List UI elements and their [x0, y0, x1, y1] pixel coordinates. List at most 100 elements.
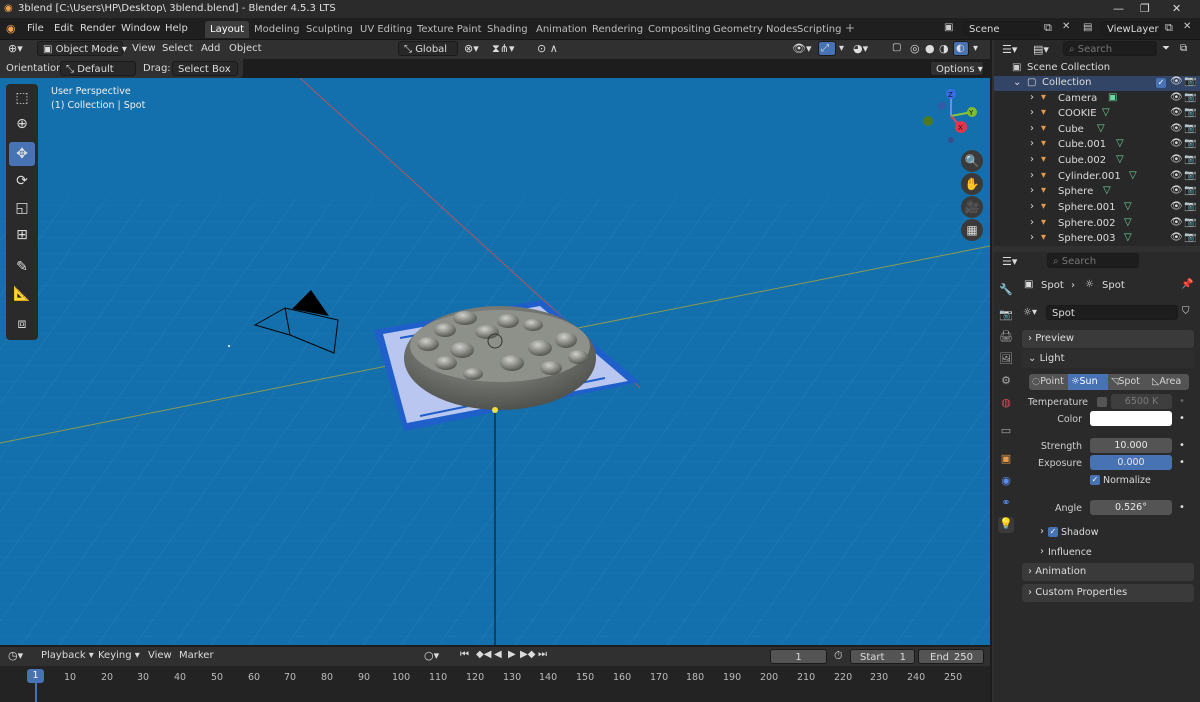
temperature-toggle-checkbox[interactable] — [1097, 397, 1107, 407]
tab-modeling[interactable]: Modeling — [249, 21, 305, 38]
auto-keying-icon[interactable]: ○▾ — [424, 649, 439, 662]
menu-window[interactable]: Window — [121, 23, 160, 34]
visibility-eye-icon[interactable]: 👁 — [1170, 107, 1183, 118]
light-datablock-field[interactable]: Spot — [1046, 305, 1178, 320]
influence-expand-chevron-icon[interactable]: › — [1040, 546, 1044, 557]
new-collection-icon[interactable]: ⧉ — [1180, 43, 1187, 54]
render-camera-icon[interactable]: 📷 — [1184, 76, 1196, 87]
menu-playback[interactable]: Playback ▾ — [41, 650, 94, 661]
menu-keying[interactable]: Keying ▾ — [98, 650, 140, 661]
light-data-tab-icon[interactable]: 💡 — [998, 517, 1014, 533]
light-type-area[interactable]: ◺Area — [1149, 374, 1189, 390]
render-tab-icon[interactable]: 📷 — [998, 308, 1014, 324]
jump-keyframe-forward-icon[interactable]: ▶◆ — [520, 649, 535, 660]
tab-animation[interactable]: Animation — [531, 21, 592, 38]
outliner-search-input[interactable]: ⌕ Search — [1063, 41, 1157, 56]
zoom-icon[interactable]: 🔍 — [961, 150, 983, 172]
expand-chevron-icon[interactable]: › — [1030, 107, 1034, 118]
constraints-tab-icon[interactable]: ⚭ — [998, 496, 1014, 512]
tool-tab-icon[interactable]: 🔧 — [998, 283, 1014, 299]
delete-view-layer-icon[interactable]: ✕ — [1183, 21, 1191, 32]
shadow-expand-chevron-icon[interactable]: › — [1040, 526, 1044, 537]
transform-orientation-selector[interactable]: ⤡ Global — [398, 41, 458, 56]
collapse-chevron-icon[interactable]: ⌄ — [1013, 77, 1021, 88]
visibility-eye-icon[interactable]: 👁 — [1170, 92, 1183, 103]
expand-chevron-icon[interactable]: › — [1030, 123, 1034, 134]
tab-layout[interactable]: Layout — [205, 21, 249, 38]
preview-panel-header[interactable]: › Preview — [1022, 330, 1194, 348]
tab-shading[interactable]: Shading — [482, 21, 533, 38]
current-frame-field[interactable]: 1 — [770, 649, 827, 664]
world-tab-icon[interactable]: ◍ — [998, 396, 1014, 412]
properties-editor-icon[interactable]: ☰▾ — [1002, 255, 1017, 268]
visibility-eye-icon[interactable]: 👁 — [1170, 138, 1183, 149]
outliner-filter-icon[interactable]: ▤▾ — [1033, 43, 1049, 56]
xray-icon[interactable]: ▢ — [892, 42, 901, 53]
transform-tool-icon[interactable]: ⊞ — [9, 223, 35, 247]
maximize-icon[interactable]: ❐ — [1140, 2, 1150, 15]
visibility-eye-icon[interactable]: 👁 — [1170, 154, 1183, 165]
render-camera-icon[interactable]: 📷 — [1184, 201, 1196, 212]
close-icon[interactable]: ✕ — [1172, 2, 1181, 15]
gizmo-toggle-icon[interactable]: ⤢ — [818, 41, 836, 56]
camera-view-icon[interactable]: 🎥 — [961, 196, 983, 218]
physics-tab-icon[interactable]: ◉ — [998, 474, 1014, 490]
add-cube-tool-icon[interactable]: ⧈ — [9, 312, 35, 336]
expand-chevron-icon[interactable]: › — [1030, 201, 1034, 212]
menu-select[interactable]: Select — [162, 43, 193, 54]
add-workspace-icon[interactable]: + — [845, 21, 855, 35]
menu-add[interactable]: Add — [201, 43, 220, 54]
tab-scripting[interactable]: Scripting — [792, 21, 846, 38]
gizmo-dropdown-icon[interactable]: ▾ — [839, 43, 844, 54]
wireframe-shading-icon[interactable]: ◎ — [910, 42, 920, 55]
outliner-item[interactable]: › ▾ Cube.002 ▽ 👁 📷 — [994, 154, 1200, 169]
collection-exclude-checkbox[interactable]: ✓ — [1156, 78, 1166, 88]
render-camera-icon[interactable]: 📷 — [1184, 185, 1196, 196]
drag-selector[interactable]: Select Box — [172, 61, 238, 76]
cursor-tool-icon[interactable]: ⊕ — [9, 112, 35, 136]
visibility-eye-icon[interactable]: 👁 — [1170, 170, 1183, 181]
menu-object[interactable]: Object — [229, 43, 262, 54]
viewport-scene[interactable] — [0, 78, 990, 645]
current-frame-indicator[interactable]: 1 — [27, 669, 44, 683]
render-camera-icon[interactable]: 📷 — [1184, 123, 1196, 134]
proportional-edit-icon[interactable]: ⊙ ∧ — [537, 42, 558, 55]
move-tool-icon[interactable]: ✥ — [9, 142, 35, 166]
expand-chevron-icon[interactable]: › — [1030, 138, 1034, 149]
outliner-collection[interactable]: ⌄ ▢ Collection ✓ 👁 📷 — [994, 76, 1200, 91]
menu-edit[interactable]: Edit — [54, 23, 73, 34]
timeline-ruler[interactable]: 1 10 20 30 40 50 60 70 80 90 100 110 120… — [0, 666, 990, 702]
tab-sculpting[interactable]: Sculpting — [301, 21, 358, 38]
color-swatch[interactable] — [1090, 411, 1172, 426]
outliner-item[interactable]: › ▾ Camera ▣ 👁 📷 — [994, 92, 1200, 107]
fake-user-shield-icon[interactable]: ⛉ — [1182, 306, 1190, 317]
outliner-funnel-icon[interactable]: ⏷ — [1162, 43, 1170, 54]
light-panel-header[interactable]: ⌄ Light — [1022, 350, 1194, 368]
tab-compositing[interactable]: Compositing — [643, 21, 716, 38]
spot-light-origin[interactable] — [492, 407, 498, 413]
outliner-item[interactable]: › ▾ Sphere.001 ▽ 👁 📷 — [994, 201, 1200, 216]
pivot-point-icon[interactable]: ⊗▾ — [464, 42, 479, 55]
collection-tab-icon[interactable]: ▭ — [998, 424, 1014, 440]
expand-chevron-icon[interactable]: › — [1030, 154, 1034, 165]
blender-menu-icon[interactable]: ◉ — [6, 22, 16, 35]
menu-view[interactable]: View — [132, 43, 156, 54]
strength-keyframe-icon[interactable]: • — [1179, 440, 1185, 451]
outliner-item[interactable]: › ▾ Sphere ▽ 👁 📷 — [994, 185, 1200, 200]
material-shading-icon[interactable]: ◑ — [939, 42, 949, 55]
color-keyframe-icon[interactable]: • — [1179, 413, 1185, 424]
output-tab-icon[interactable]: 🖨 — [998, 330, 1014, 346]
visibility-eye-icon[interactable]: 👁 — [1170, 201, 1183, 212]
outliner-item[interactable]: › ▾ Sphere.003 ▽ 👁 📷 — [994, 232, 1200, 247]
cookie-object[interactable] — [404, 306, 596, 410]
shading-dropdown-icon[interactable]: ▾ — [973, 43, 978, 54]
light-datablock-icon[interactable]: ☼▾ — [1023, 307, 1037, 318]
shadow-checkbox[interactable]: ✓ — [1048, 527, 1058, 537]
shadow-subpanel-label[interactable]: Shadow — [1061, 527, 1099, 538]
snap-icon[interactable]: ⧗⋔▾ — [492, 42, 514, 56]
custom-properties-panel-header[interactable]: › Custom Properties — [1022, 584, 1194, 602]
orientation-selector[interactable]: ⤡ Default — [60, 61, 136, 76]
render-camera-icon[interactable]: 📷 — [1184, 154, 1196, 165]
visibility-eye-icon[interactable]: 👁 — [1170, 217, 1183, 228]
menu-timeline-view[interactable]: View — [148, 650, 172, 661]
